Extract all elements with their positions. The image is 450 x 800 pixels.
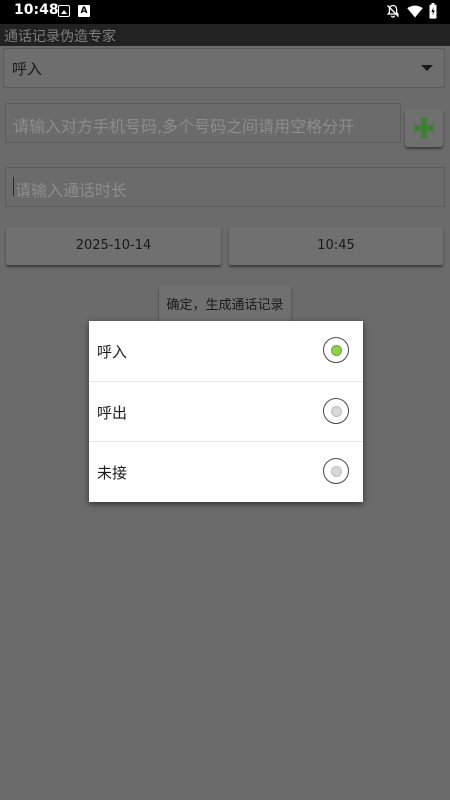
- app-title: 通话记录伪造专家: [4, 29, 116, 45]
- image-icon: [58, 5, 70, 17]
- dialog-option-label: 呼入: [97, 343, 128, 361]
- a-badge-icon: A: [78, 5, 90, 17]
- dropdown-arrow-icon: [421, 65, 433, 71]
- call-type-spinner[interactable]: [3, 48, 445, 88]
- call-duration-placeholder: 请输入通话时长: [15, 181, 128, 200]
- radio-unselected-dot-icon: [331, 466, 342, 477]
- dialog-option-label: 未接: [97, 464, 128, 482]
- dialog-option-missed[interactable]: [89, 442, 363, 502]
- radio-unselected-dot-icon: [331, 406, 342, 417]
- wifi-icon: [407, 5, 423, 18]
- text-cursor: [13, 177, 14, 196]
- dialog-option-outgoing[interactable]: [89, 382, 363, 442]
- dialog-option-incoming[interactable]: [89, 321, 363, 381]
- plus-icon-vertical: [421, 118, 427, 138]
- radio-selected-dot-icon: [331, 345, 342, 356]
- status-time: 10:48: [14, 2, 59, 18]
- dialog-option-label: 呼出: [97, 404, 128, 422]
- bell-off-icon: [386, 4, 400, 18]
- battery-icon: [429, 3, 437, 19]
- call-type-spinner-value: 呼入: [12, 60, 43, 78]
- date-button-label: 2025-10-14: [75, 238, 152, 253]
- time-button-label: 10:45: [317, 238, 355, 253]
- phone-number-placeholder: 请输入对方手机号码,多个号码之间请用空格分开: [13, 117, 355, 136]
- generate-call-log-label: 确定，生成通话记录: [166, 298, 284, 313]
